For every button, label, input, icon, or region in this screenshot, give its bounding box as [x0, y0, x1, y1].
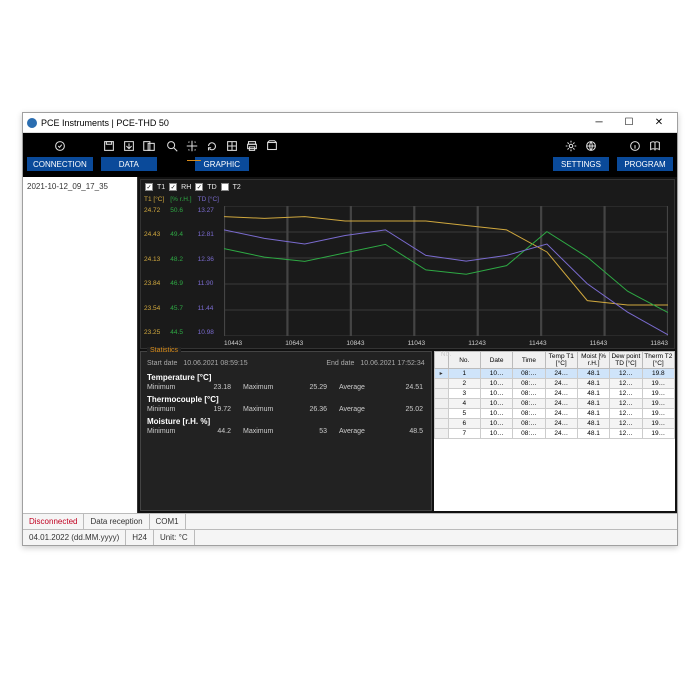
footer-unit: Unit: °C	[154, 530, 195, 545]
export-icon[interactable]	[142, 139, 156, 153]
refresh-icon[interactable]	[205, 139, 219, 153]
window-title: PCE Instruments | PCE-THD 50	[41, 118, 169, 128]
app-icon	[27, 118, 37, 128]
tb-connection[interactable]: CONNECTION	[23, 133, 97, 177]
minimize-button[interactable]: ─	[585, 115, 613, 131]
status-reception: Data reception	[84, 514, 149, 529]
book-icon[interactable]	[648, 139, 662, 153]
status-com: COM1	[150, 514, 186, 529]
y-axis-t1: T1 [°C]24.7224.4324.1323.8423.5423.25	[141, 194, 167, 348]
tb-settings[interactable]: SETTINGS	[549, 133, 613, 177]
app-window: PCE Instruments | PCE-THD 50 ─ ☐ ✕ CONNE…	[22, 112, 678, 546]
print-icon[interactable]	[245, 139, 259, 153]
sidebar[interactable]: 2021-10-12_09_17_35	[23, 177, 138, 513]
footer-h24: H24	[126, 530, 154, 545]
footer-bar: 04.01.2022 (dd.MM.yyyy) H24 Unit: °C	[23, 529, 677, 545]
titlebar[interactable]: PCE Instruments | PCE-THD 50 ─ ☐ ✕	[23, 113, 677, 133]
chart-panel: ✓T1 ✓RH ✓TD T2 T1 [°C]24.7224.4324.1323.…	[140, 179, 675, 349]
sidebar-item[interactable]: 2021-10-12_09_17_35	[25, 181, 135, 192]
statistics-panel: Statistics Start date 10.06.2021 08:59:1…	[140, 351, 432, 511]
chart-plot[interactable]: 1044310643108431104311243114431164311843…	[224, 206, 668, 336]
grid-icon[interactable]	[225, 139, 239, 153]
close-button[interactable]: ✕	[645, 115, 673, 131]
status-bar: Disconnected Data reception COM1	[23, 513, 677, 529]
status-disconnected: Disconnected	[23, 514, 84, 529]
checkbox-t1[interactable]: ✓	[145, 183, 153, 191]
maximize-button[interactable]: ☐	[615, 115, 643, 131]
gear-icon[interactable]	[564, 139, 578, 153]
capture-icon[interactable]	[265, 139, 279, 153]
x-axis: 1044310643108431104311243114431164311843	[224, 340, 668, 347]
globe-icon[interactable]	[584, 139, 598, 153]
info-icon[interactable]	[628, 139, 642, 153]
zoom-icon[interactable]	[165, 139, 179, 153]
tb-data[interactable]: DATA	[97, 133, 161, 177]
tb-program[interactable]: PROGRAM	[613, 133, 677, 177]
channel-bar: ✓T1 ✓RH ✓TD T2	[141, 180, 674, 194]
pan-icon[interactable]	[185, 139, 199, 153]
y-axis-td: TD [°C]13.2712.8112.3611.9011.4410.98	[195, 194, 222, 348]
checkbox-t2[interactable]	[221, 183, 229, 191]
save-icon[interactable]	[102, 139, 116, 153]
connect-icon	[53, 139, 67, 153]
footer-date: 04.01.2022 (dd.MM.yyyy)	[23, 530, 126, 545]
data-table[interactable]: No.DateTimeTemp T1 [°C]Moist [% r.H.]Dew…	[434, 351, 675, 511]
toolbar: CONNECTION DATA GRAPHIC	[23, 133, 677, 177]
checkbox-td[interactable]: ✓	[195, 183, 203, 191]
y-axis-rh: [% r.H.]50.649.448.246.945.744.5	[167, 194, 194, 348]
checkbox-rh[interactable]: ✓	[169, 183, 177, 191]
import-icon[interactable]	[122, 139, 136, 153]
tb-graphic[interactable]: GRAPHIC	[161, 133, 283, 177]
